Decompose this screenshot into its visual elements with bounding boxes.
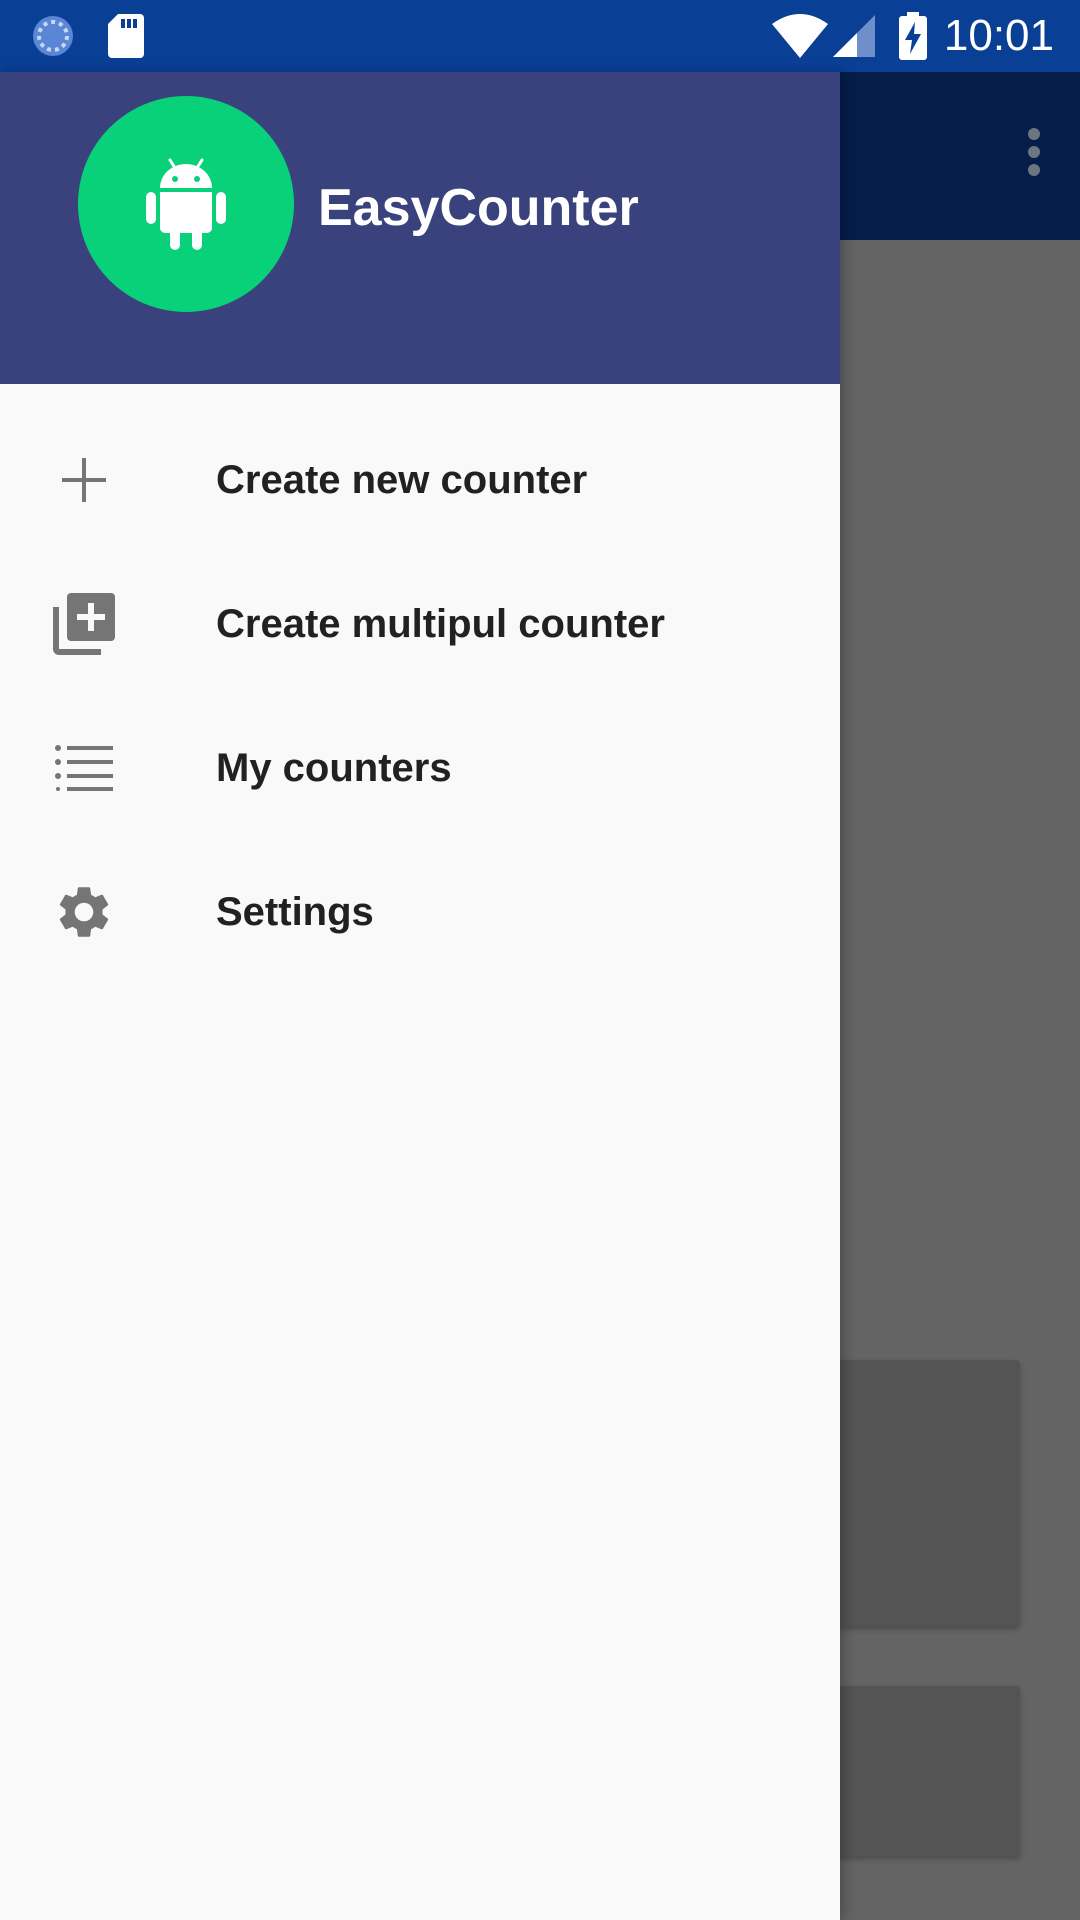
gear-icon bbox=[48, 876, 120, 948]
menu-item-label: Create new counter bbox=[216, 457, 588, 502]
android-icon bbox=[146, 154, 226, 255]
status-bar: 10:01 bbox=[0, 0, 1080, 72]
more-vert-icon[interactable] bbox=[1010, 122, 1058, 182]
status-clock: 10:01 bbox=[943, 11, 1054, 60]
menu-item-my-counters[interactable]: My counters bbox=[0, 696, 840, 840]
list-icon bbox=[48, 732, 120, 804]
wifi-icon bbox=[772, 0, 828, 72]
menu-item-label: My counters bbox=[216, 745, 452, 790]
sync-icon bbox=[28, 0, 78, 72]
plus-icon bbox=[48, 444, 120, 516]
app-name: EasyCounter bbox=[318, 179, 639, 237]
drawer-menu: Create new counter Create multipul count… bbox=[0, 408, 840, 984]
drawer-header: EasyCounter bbox=[0, 72, 840, 384]
battery-charging-icon bbox=[898, 0, 928, 72]
menu-item-label: Create multipul counter bbox=[216, 601, 665, 646]
navigation-drawer: EasyCounter Create new counter Create mu… bbox=[0, 72, 840, 1920]
cell-signal-icon bbox=[832, 0, 876, 72]
avatar bbox=[78, 96, 294, 312]
library-add-icon bbox=[48, 588, 120, 660]
menu-item-settings[interactable]: Settings bbox=[0, 840, 840, 984]
sd-card-icon bbox=[106, 0, 146, 72]
menu-item-create-multipul-counter[interactable]: Create multipul counter bbox=[0, 552, 840, 696]
menu-item-label: Settings bbox=[216, 889, 374, 934]
menu-item-create-new-counter[interactable]: Create new counter bbox=[0, 408, 840, 552]
